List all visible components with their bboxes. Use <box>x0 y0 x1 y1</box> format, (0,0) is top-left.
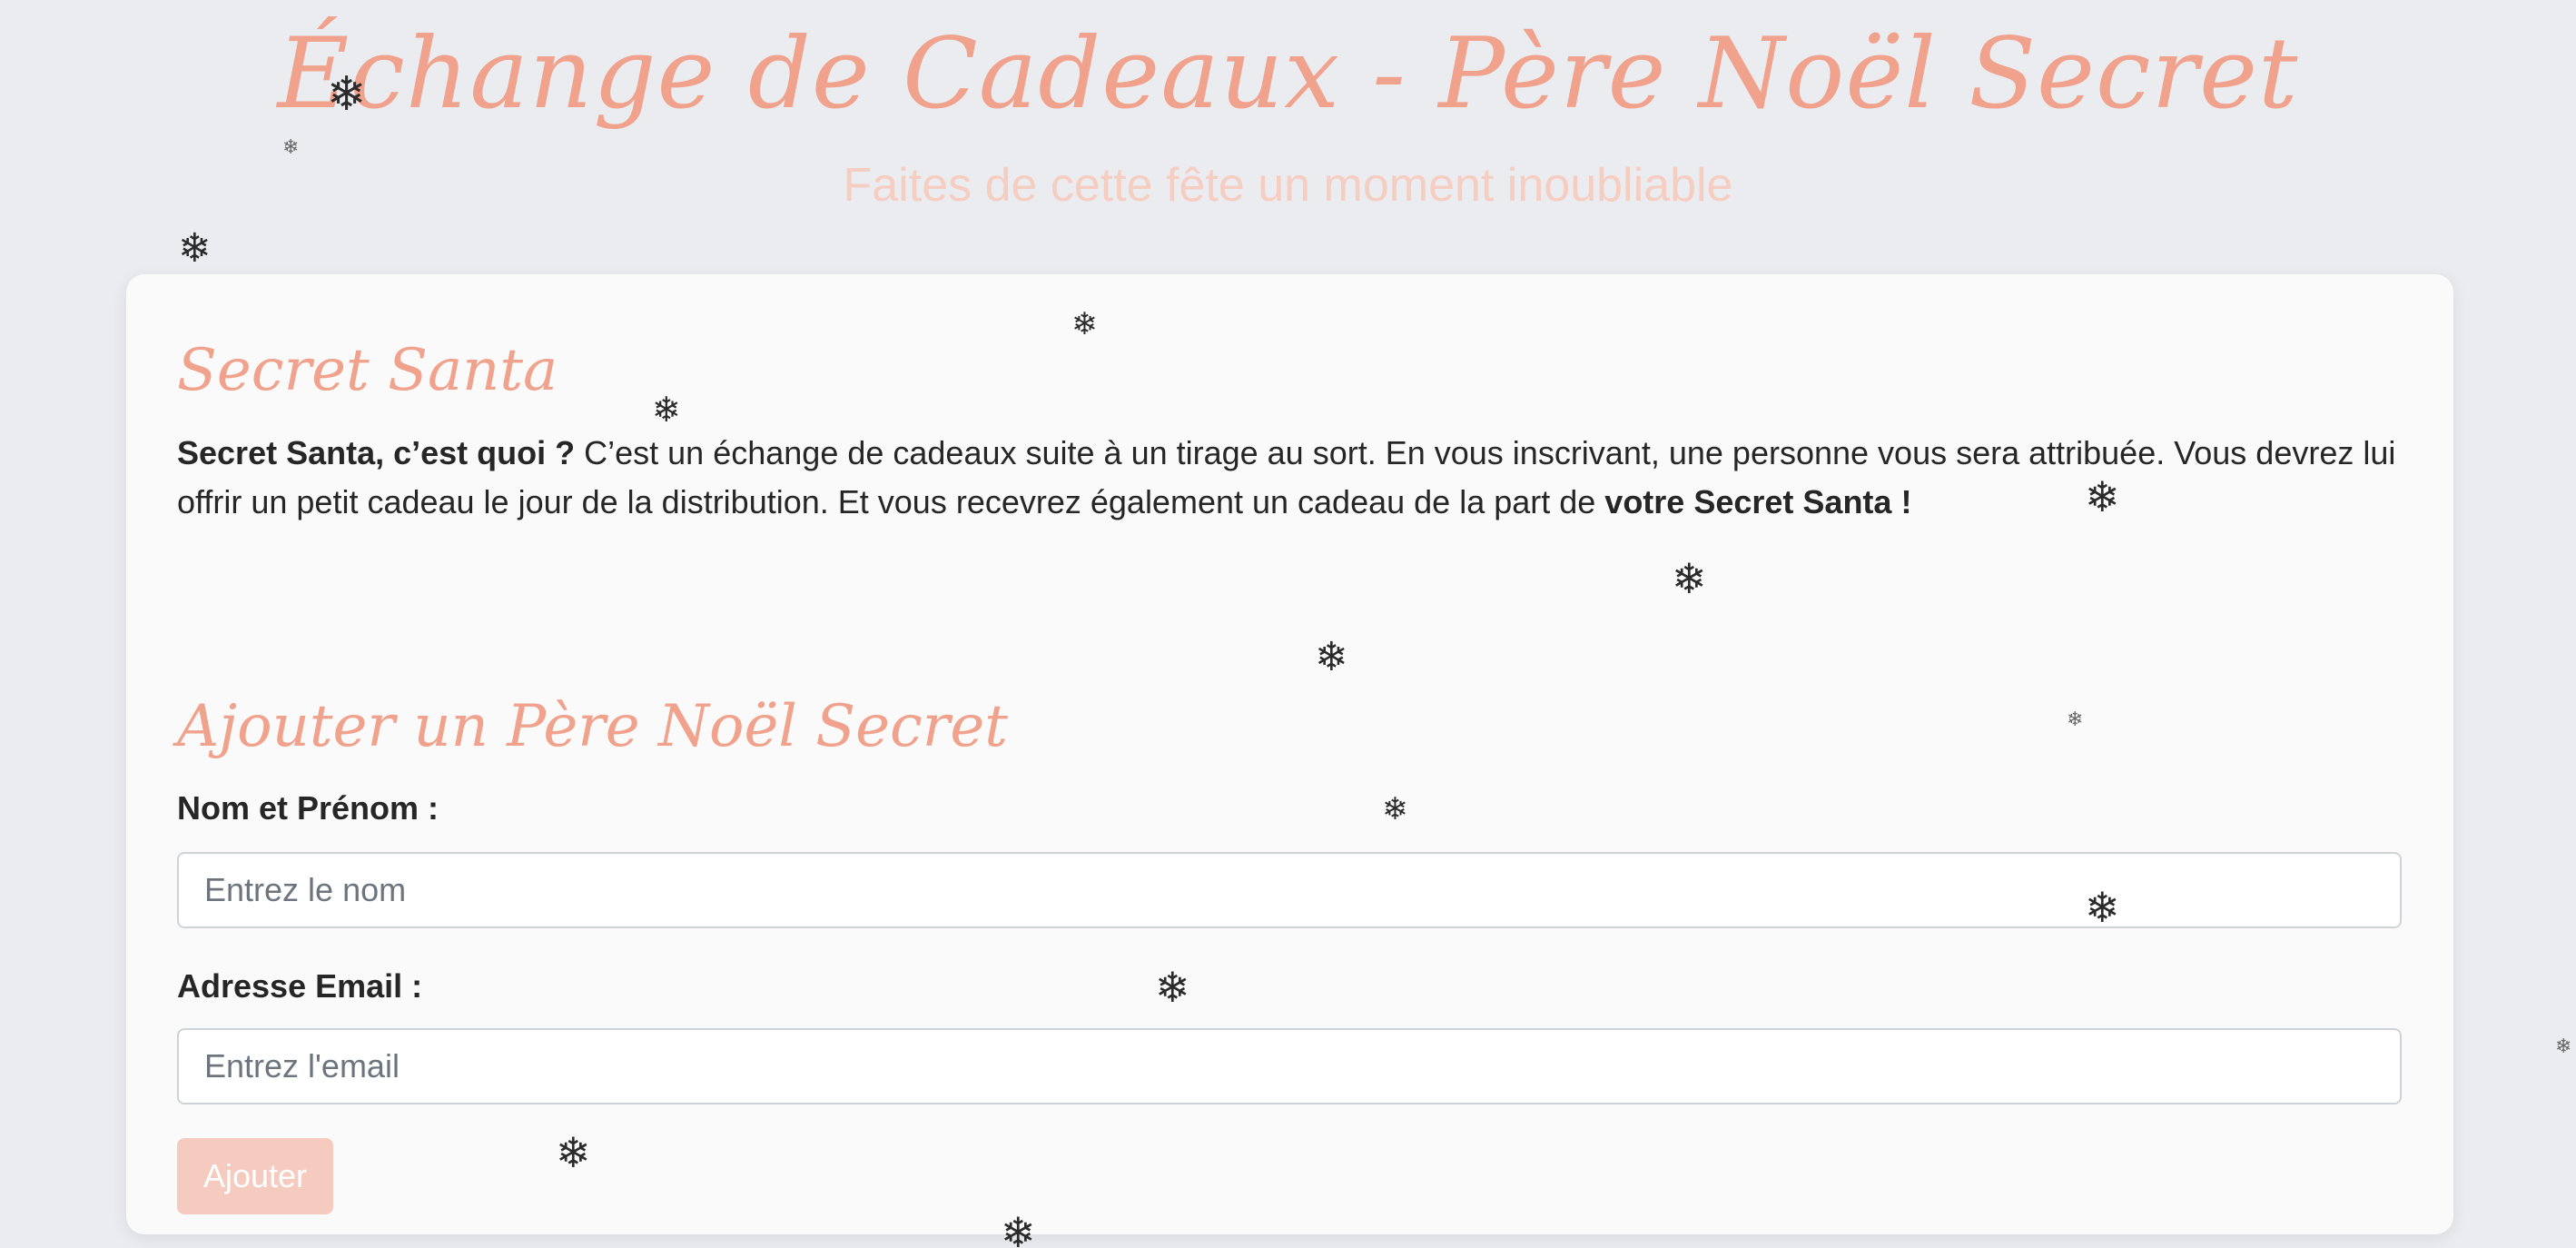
main-card: Secret Santa Secret Santa, c’est quoi ? … <box>126 274 2453 1234</box>
intro-text: Secret Santa, c’est quoi ? C’est un écha… <box>177 429 2402 527</box>
snowflake-icon: ❄ <box>490 0 506 2</box>
snowflake-icon: ❄ <box>2555 1035 2572 1058</box>
page-subtitle: Faites de cette fête un moment inoubliab… <box>843 159 1733 212</box>
name-input[interactable] <box>177 852 2402 928</box>
name-label: Nom et Prénom : <box>177 789 439 827</box>
snowflake-icon: ❄ <box>282 136 300 159</box>
add-button[interactable]: Ajouter <box>177 1138 333 1214</box>
intro-lead: Secret Santa, c’est quoi ? <box>177 434 576 471</box>
email-label: Adresse Email : <box>177 967 423 1005</box>
intro-section-title: Secret Santa <box>177 337 558 404</box>
snowflake-icon: ❄ <box>178 225 212 272</box>
email-input[interactable] <box>177 1028 2402 1104</box>
page-title: Échange de Cadeaux - Père Noël Secret <box>277 17 2299 131</box>
intro-tail: votre Secret Santa ! <box>1604 483 1912 520</box>
form-section-title: Ajouter un Père Noël Secret <box>177 693 1008 760</box>
